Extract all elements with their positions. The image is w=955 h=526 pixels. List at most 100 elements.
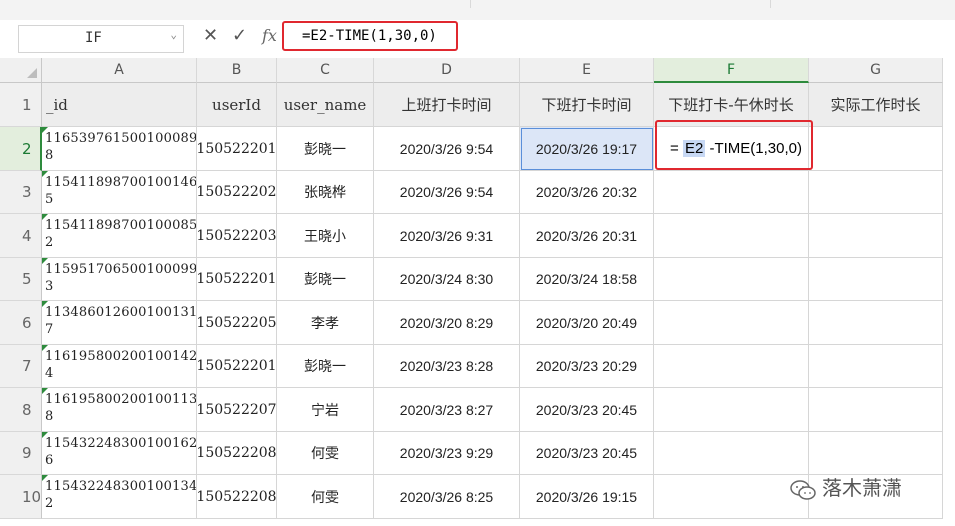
column-header-A[interactable]: A: [42, 58, 197, 83]
column-header-G[interactable]: G: [809, 58, 943, 83]
confirm-icon[interactable]: ✓: [232, 25, 247, 46]
row-header-1[interactable]: 1: [0, 83, 42, 127]
cell-clock-in[interactable]: 2020/3/24 8:30: [374, 258, 520, 301]
cell-lunch-adjusted[interactable]: [654, 432, 809, 475]
cell-clock-out[interactable]: 2020/3/20 20:49: [520, 301, 654, 345]
cell-username[interactable]: 何雯: [277, 432, 374, 475]
cell-userid[interactable]: 150522203: [197, 214, 277, 258]
cell-username[interactable]: 彭晓一: [277, 127, 374, 171]
cell-username[interactable]: 彭晓一: [277, 345, 374, 388]
cell-clock-in[interactable]: 2020/3/26 8:25: [374, 475, 520, 519]
cell-actual-hours[interactable]: [809, 301, 943, 345]
cell-id[interactable]: 1161958002001001424: [42, 345, 197, 388]
cell-id[interactable]: 1154322483001001626: [42, 432, 197, 475]
cell-username[interactable]: 何雯: [277, 475, 374, 519]
row-header-9[interactable]: 9: [0, 432, 42, 475]
cell-id[interactable]: 1159517065001000993: [42, 258, 197, 301]
cell-clock-in[interactable]: 2020/3/23 8:27: [374, 388, 520, 432]
cell-clock-out[interactable]: 2020/3/26 20:31: [520, 214, 654, 258]
cell-clock-in[interactable]: 2020/3/26 9:54: [374, 127, 520, 171]
cell-id[interactable]: 1154118987001001465: [42, 171, 197, 214]
cell-userid[interactable]: 150522208: [197, 475, 277, 519]
header-cell-D[interactable]: 上班打卡时间: [374, 83, 520, 127]
cell-lunch-adjusted[interactable]: [654, 171, 809, 214]
column-header-C[interactable]: C: [277, 58, 374, 83]
row-number: 10: [22, 487, 42, 506]
cell-userid[interactable]: 150522201: [197, 127, 277, 171]
cell-username[interactable]: 王晓小: [277, 214, 374, 258]
row-header-2[interactable]: 2: [0, 127, 42, 171]
cell-actual-hours[interactable]: [809, 127, 943, 171]
column-header-B[interactable]: B: [197, 58, 277, 83]
cell-id[interactable]: 1154322483001001342: [42, 475, 197, 519]
row-header-3[interactable]: 3: [0, 171, 42, 214]
header-cell-B[interactable]: userId: [197, 83, 277, 127]
row-header-4[interactable]: 4: [0, 214, 42, 258]
cell-clock-out[interactable]: 2020/3/23 20:45: [520, 432, 654, 475]
cell-lunch-adjusted[interactable]: [654, 258, 809, 301]
header-cell-C[interactable]: user_name: [277, 83, 374, 127]
cell-clock-in[interactable]: 2020/3/23 9:29: [374, 432, 520, 475]
cell-clock-out[interactable]: 2020/3/26 19:15: [520, 475, 654, 519]
cell-actual-hours[interactable]: [809, 214, 943, 258]
header-cell-G[interactable]: 实际工作时长: [809, 83, 943, 127]
cell-clock-in[interactable]: 2020/3/26 9:31: [374, 214, 520, 258]
cell-userid[interactable]: 150522208: [197, 432, 277, 475]
row-header-6[interactable]: 6: [0, 301, 42, 345]
id-text: 1154322483001001626: [45, 436, 197, 468]
cell-username[interactable]: 李孝: [277, 301, 374, 345]
cell-actual-hours[interactable]: [809, 258, 943, 301]
column-header-D[interactable]: D: [374, 58, 520, 83]
cell-id[interactable]: 1134860126001001317: [42, 301, 197, 345]
cell-lunch-adjusted[interactable]: [654, 475, 809, 519]
chevron-down-icon[interactable]: ⌄: [170, 28, 177, 41]
row-header-8[interactable]: 8: [0, 388, 42, 432]
row-number: 5: [22, 270, 32, 288]
watermark-text: 落木萧潇: [822, 476, 902, 500]
cell-userid[interactable]: 150522201: [197, 258, 277, 301]
cell-clock-out[interactable]: 2020/3/26 20:32: [520, 171, 654, 214]
cell-lunch-adjusted[interactable]: [654, 301, 809, 345]
cell-clock-out[interactable]: 2020/3/26 19:17: [520, 127, 654, 171]
cell-clock-out[interactable]: 2020/3/23 20:45: [520, 388, 654, 432]
row-header-10[interactable]: 10: [0, 475, 42, 519]
header-cell-E[interactable]: 下班打卡时间: [520, 83, 654, 127]
cell-lunch-adjusted[interactable]: [654, 388, 809, 432]
ribbon-divider: [0, 0, 471, 8]
row-number: 9: [22, 444, 32, 462]
column-header-F[interactable]: F: [654, 58, 809, 83]
cell-actual-hours[interactable]: [809, 388, 943, 432]
cell-username[interactable]: 宁岩: [277, 388, 374, 432]
row-header-7[interactable]: 7: [0, 345, 42, 388]
cell-userid[interactable]: 150522207: [197, 388, 277, 432]
column-header-E[interactable]: E: [520, 58, 654, 83]
cell-username[interactable]: 张晓桦: [277, 171, 374, 214]
formula-input[interactable]: =E2-TIME(1,30,0): [282, 21, 458, 51]
cell-actual-hours[interactable]: [809, 432, 943, 475]
cell-clock-in[interactable]: 2020/3/26 9:54: [374, 171, 520, 214]
cell-clock-out[interactable]: 2020/3/24 18:58: [520, 258, 654, 301]
cancel-icon[interactable]: ✕: [203, 25, 218, 46]
cell-userid[interactable]: 150522201: [197, 345, 277, 388]
id-text: 1161958002001001138: [45, 392, 197, 424]
row-header-5[interactable]: 5: [0, 258, 42, 301]
cell-userid[interactable]: 150522205: [197, 301, 277, 345]
cell-lunch-adjusted[interactable]: [654, 214, 809, 258]
cell-id[interactable]: 1161958002001001138: [42, 388, 197, 432]
insert-function-icon[interactable]: fx: [262, 26, 277, 45]
cell-clock-out[interactable]: 2020/3/23 20:29: [520, 345, 654, 388]
header-cell-A[interactable]: _id: [42, 83, 197, 127]
name-box[interactable]: IF ⌄: [18, 25, 184, 53]
cell-actual-hours[interactable]: [809, 171, 943, 214]
cell-clock-in[interactable]: 2020/3/20 8:29: [374, 301, 520, 345]
cell-username[interactable]: 彭晓一: [277, 258, 374, 301]
cell-id[interactable]: 1165397615001000898: [42, 127, 197, 171]
cell-F2-edit-text: = E2 -TIME(1,30,0): [670, 140, 802, 157]
cell-lunch-adjusted[interactable]: [654, 345, 809, 388]
cell-userid[interactable]: 150522202: [197, 171, 277, 214]
cell-clock-in[interactable]: 2020/3/23 8:28: [374, 345, 520, 388]
cell-id[interactable]: 1154118987001000852: [42, 214, 197, 258]
select-all-button[interactable]: [0, 58, 42, 83]
edit-reference: E2: [682, 140, 706, 157]
cell-actual-hours[interactable]: [809, 345, 943, 388]
